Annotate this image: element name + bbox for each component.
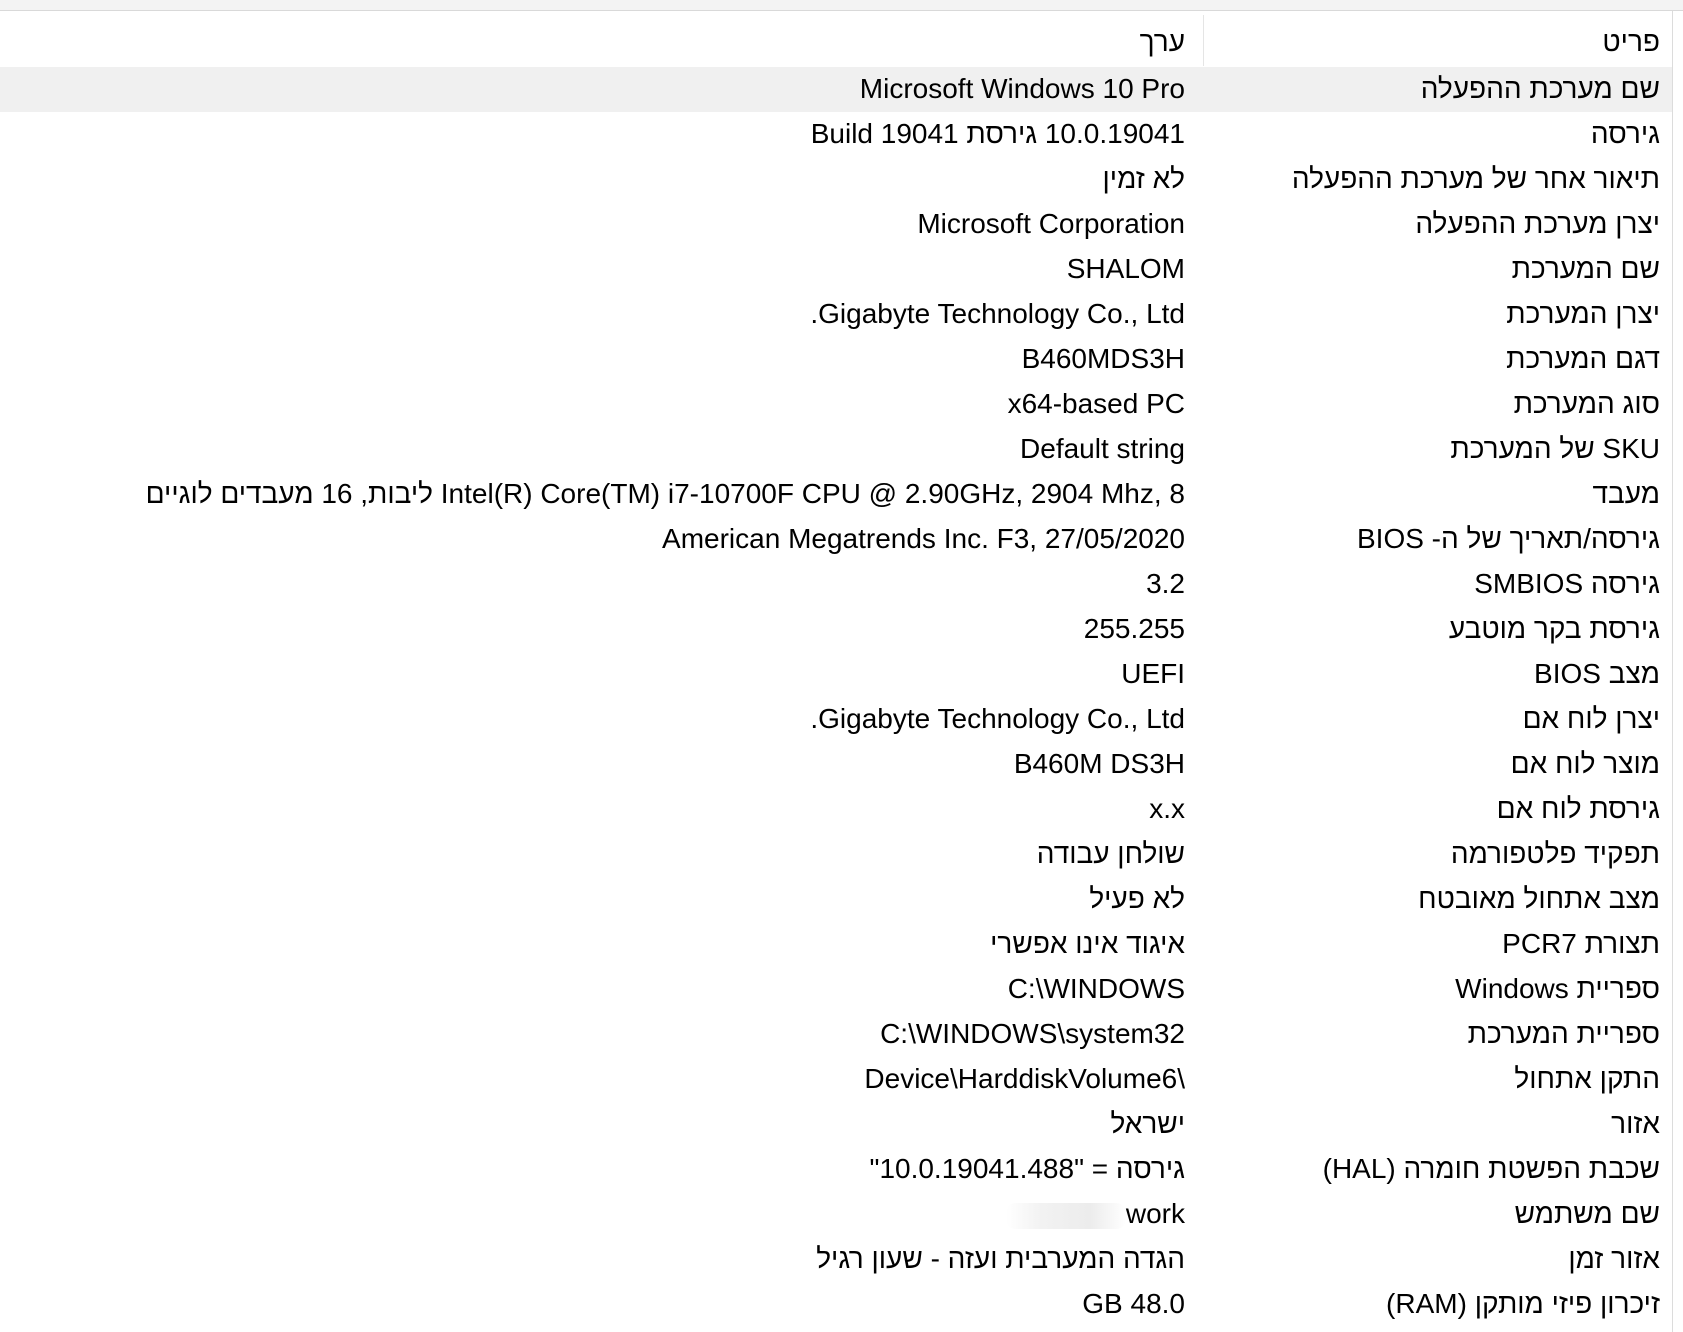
value-cell: Gigabyte Technology Co., Ltd. [810,703,1185,734]
item-cell: מצב אתחול מאובטח [1418,883,1660,914]
value-cell: ישראל [1110,1108,1185,1139]
value-cell: work [1005,1197,1185,1231]
list-row[interactable]: מצב אתחול מאובטח לא פעיל [0,877,1672,922]
column-header-value[interactable]: ערך [1140,25,1185,59]
list-row[interactable]: ספריית המערכת C:\WINDOWS\system32 [0,1012,1672,1057]
value-cell: 3.2 [1146,568,1185,599]
value-cell: C:\WINDOWS\system32 [880,1018,1185,1049]
value-cell: Microsoft Corporation [917,208,1185,239]
list-row[interactable]: יצרן המערכת Gigabyte Technology Co., Ltd. [0,292,1672,337]
item-cell: גירסה/תאריך של ה- BIOS [1356,523,1660,554]
column-separator[interactable] [1203,15,1204,66]
list-row[interactable]: דגם המערכת B460MDS3H [0,337,1672,382]
redacted-username-blur [1005,1202,1126,1229]
value-cell: איגוד אינו אפשרי [990,928,1185,959]
list-row[interactable]: מוצר לוח אם B460M DS3H [0,742,1672,787]
item-cell: גירסה [1590,118,1660,149]
item-cell: ספריית המערכת [1467,1018,1660,1049]
list-row[interactable]: SKU של המערכת Default string [0,427,1672,472]
value-cell: 48.0 GB [1082,1288,1185,1319]
item-cell: תצורת PCR7 [1502,928,1660,959]
item-cell: אזור זמן [1568,1243,1660,1274]
list-header: פריט ערך [0,11,1672,66]
list-row[interactable]: גירסת לוח אם x.x [0,787,1672,832]
list-row[interactable]: מצב BIOS UEFI [0,652,1672,697]
value-cell: 255.255 [1083,613,1185,644]
value-cell: SHALOM [1066,253,1185,284]
item-cell: התקן אתחול [1514,1063,1660,1094]
list-row[interactable]: גירסה 10.0.19041 גירסת Build 19041 [0,112,1672,157]
list-row[interactable]: התקן אתחול \Device\HarddiskVolume6 [0,1057,1672,1102]
item-cell: גירסת לוח אם [1496,793,1660,824]
item-cell: שם מערכת ההפעלה [1420,73,1660,104]
list-row[interactable]: גירסת בקר מוטבע 255.255 [0,607,1672,652]
value-cell: Gigabyte Technology Co., Ltd. [810,298,1185,329]
list-row[interactable]: מעבד Intel(R) Core(TM) i7-10700F CPU @ 2.… [0,472,1672,517]
item-cell: מוצר לוח אם [1510,748,1660,779]
value-cell: גירסה = "10.0.19041.488" [869,1153,1185,1184]
item-cell: תפקיד פלטפורמה [1450,838,1660,869]
list-row[interactable]: תצורת PCR7 איגוד אינו אפשרי [0,922,1672,967]
item-cell: SKU של המערכת [1450,433,1660,464]
item-cell: סוג המערכת [1513,388,1660,419]
list-row[interactable]: יצרן מערכת ההפעלה Microsoft Corporation [0,202,1672,247]
column-header-item[interactable]: פריט [1602,25,1660,59]
item-cell: יצרן לוח אם [1522,703,1660,734]
item-cell: שם משתמש [1514,1198,1660,1229]
list-row[interactable]: שכבת הפשטת חומרה (HAL) גירסה = "10.0.1904… [0,1147,1672,1192]
item-cell: מעבד [1592,478,1660,509]
value-cell: לא זמין [1102,163,1185,194]
list-row[interactable]: זיכרון פיזי מותקן (RAM) 48.0 GB [0,1282,1672,1327]
list-row[interactable]: שם מערכת ההפעלה Microsoft Windows 10 Pro [0,67,1672,112]
list-row[interactable]: גירסה SMBIOS 3.2 [0,562,1672,607]
list-row[interactable]: ספריית Windows C:\WINDOWS [0,967,1672,1012]
list-row[interactable]: יצרן לוח אם Gigabyte Technology Co., Ltd. [0,697,1672,742]
value-cell: Default string [1020,433,1185,464]
list-row[interactable]: גירסה/תאריך של ה- BIOS American Megatrend… [0,517,1672,562]
item-cell: שם המערכת [1511,253,1660,284]
list-row[interactable]: שם משתמש work [0,1192,1672,1237]
item-cell: אזור [1611,1108,1660,1139]
list-row[interactable]: אזור ישראל [0,1102,1672,1147]
value-cell: \Device\HarddiskVolume6 [864,1063,1185,1094]
value-cell: UEFI [1121,658,1185,689]
value-cell: הגדה המערבית ועזה - שעון רגיל [816,1243,1185,1274]
value-cell: x64-based PC [1007,388,1185,419]
item-cell: תיאור אחר של מערכת ההפעלה [1291,163,1660,194]
list-row[interactable]: שם המערכת SHALOM [0,247,1672,292]
item-cell: מצב BIOS [1534,658,1660,689]
list-row[interactable]: תפקיד פלטפורמה שולחן עבודה [0,832,1672,877]
value-cell: B460M DS3H [1013,748,1185,779]
list-rows: שם מערכת ההפעלה Microsoft Windows 10 Pro ג… [0,67,1672,1327]
window-top-strip [0,0,1683,11]
item-cell: זיכרון פיזי מותקן (RAM) [1386,1288,1660,1319]
item-cell: גירסת בקר מוטבע [1448,613,1660,644]
system-summary-list: פריט ערך שם מערכת ההפעלה Microsoft Window… [0,11,1683,1332]
value-cell: לא פעיל [1089,883,1185,914]
vertical-scrollbar[interactable] [1672,11,1683,1332]
list-row[interactable]: סוג המערכת x64-based PC [0,382,1672,427]
value-cell: x.x [1149,793,1185,824]
item-cell: ספריית Windows [1455,973,1660,1004]
item-cell: יצרן המערכת [1506,298,1660,329]
value-cell: American Megatrends Inc. F3, 27/05/2020 [662,523,1185,554]
value-cell: Intel(R) Core(TM) i7-10700F CPU @ 2.90GH… [145,478,1185,509]
list-row[interactable]: אזור זמן הגדה המערבית ועזה - שעון רגיל [0,1237,1672,1282]
list-row[interactable]: תיאור אחר של מערכת ההפעלה לא זמין [0,157,1672,202]
value-cell: שולחן עבודה [1036,838,1185,869]
value-cell: 10.0.19041 גירסת Build 19041 [810,118,1185,149]
value-cell: B460MDS3H [1021,343,1185,374]
value-cell: Microsoft Windows 10 Pro [859,73,1185,104]
value-cell: C:\WINDOWS [1007,973,1185,1004]
item-cell: דגם המערכת [1506,343,1660,374]
item-cell: שכבת הפשטת חומרה (HAL) [1322,1153,1660,1184]
item-cell: יצרן מערכת ההפעלה [1415,208,1660,239]
item-cell: גירסה SMBIOS [1474,568,1660,599]
